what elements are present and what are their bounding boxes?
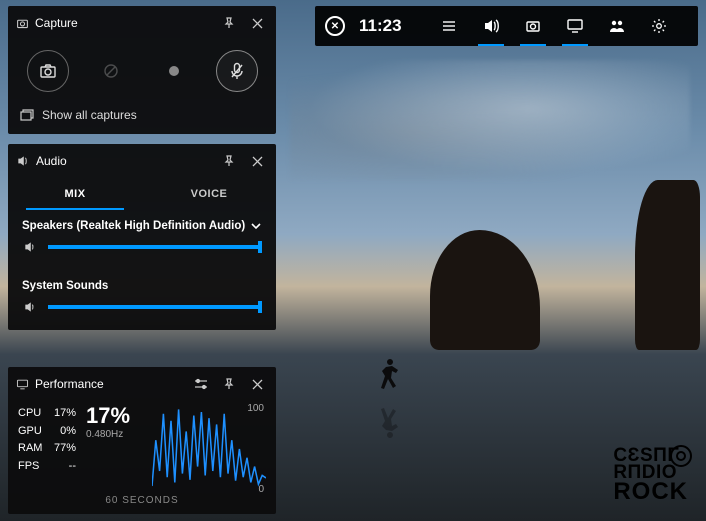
close-button[interactable] xyxy=(246,150,268,172)
settings-button[interactable] xyxy=(640,6,678,46)
capture-panel: Capture Show all captures xyxy=(8,6,276,134)
wallpaper-clouds xyxy=(290,60,690,180)
gamebar-topbar: ✕ 11:23 xyxy=(315,6,698,46)
performance-panel: Performance CPU17% GPU0% RAM77% FPS-- 17… xyxy=(8,367,276,514)
wallpaper-runner xyxy=(376,355,406,400)
capture-icon xyxy=(16,17,29,30)
record-last-button[interactable] xyxy=(90,50,132,92)
wallpaper-rock xyxy=(430,230,540,350)
output-device-label: Speakers (Realtek High Definition Audio) xyxy=(22,220,245,232)
show-all-captures-link[interactable]: Show all captures xyxy=(8,100,276,134)
audio-icon xyxy=(16,154,30,168)
wallpaper-rock xyxy=(635,180,700,350)
stat-fps[interactable]: FPS-- xyxy=(18,458,76,476)
tab-mix[interactable]: MIX xyxy=(8,178,142,210)
pin-button[interactable] xyxy=(218,12,240,34)
chart-y-max: 100 xyxy=(247,403,264,414)
xbox-icon[interactable]: ✕ xyxy=(325,16,345,36)
system-sounds-label: System Sounds xyxy=(22,280,108,292)
wallpaper-runner-reflection xyxy=(376,402,406,442)
audio-panel: Audio MIX VOICE Speakers (Realtek High D… xyxy=(8,144,276,330)
pin-button[interactable] xyxy=(218,373,240,395)
screenshot-button[interactable] xyxy=(27,50,69,92)
clock: 11:23 xyxy=(359,16,402,36)
performance-subline: 0.480Hz xyxy=(86,429,142,440)
performance-stats-list: CPU17% GPU0% RAM77% FPS-- xyxy=(18,405,76,493)
stat-gpu[interactable]: GPU0% xyxy=(18,423,76,441)
volume-icon[interactable] xyxy=(22,240,38,254)
tab-voice[interactable]: VOICE xyxy=(142,178,276,210)
record-button[interactable] xyxy=(153,50,195,92)
audio-title: Audio xyxy=(36,154,212,168)
stat-cpu[interactable]: CPU17% xyxy=(18,405,76,423)
stat-ram[interactable]: RAM77% xyxy=(18,440,76,458)
audio-widget-button[interactable] xyxy=(472,6,510,46)
performance-options-button[interactable] xyxy=(190,373,212,395)
performance-headline-value: 17% xyxy=(86,405,142,427)
show-all-captures-label: Show all captures xyxy=(42,108,137,122)
performance-title: Performance xyxy=(35,377,184,391)
close-button[interactable] xyxy=(246,373,268,395)
widgets-menu-button[interactable] xyxy=(430,6,468,46)
chart-y-min: 0 xyxy=(258,484,264,495)
social-widget-button[interactable] xyxy=(598,6,636,46)
device-dropdown-button[interactable] xyxy=(250,220,262,232)
watermark-logo: CƐSΠΓ RΠDIO ROCK xyxy=(613,447,688,503)
chart-x-label: 60 SECONDS xyxy=(8,495,276,506)
system-volume-slider[interactable] xyxy=(48,305,262,309)
pin-button[interactable] xyxy=(218,150,240,172)
close-button[interactable] xyxy=(246,12,268,34)
capture-widget-button[interactable] xyxy=(514,6,552,46)
performance-chart: 100 0 xyxy=(152,405,266,493)
microphone-button[interactable] xyxy=(216,50,258,92)
capture-title: Capture xyxy=(35,16,212,30)
volume-icon[interactable] xyxy=(22,300,38,314)
performance-icon xyxy=(16,378,29,391)
device-volume-slider[interactable] xyxy=(48,245,262,249)
performance-widget-button[interactable] xyxy=(556,6,594,46)
